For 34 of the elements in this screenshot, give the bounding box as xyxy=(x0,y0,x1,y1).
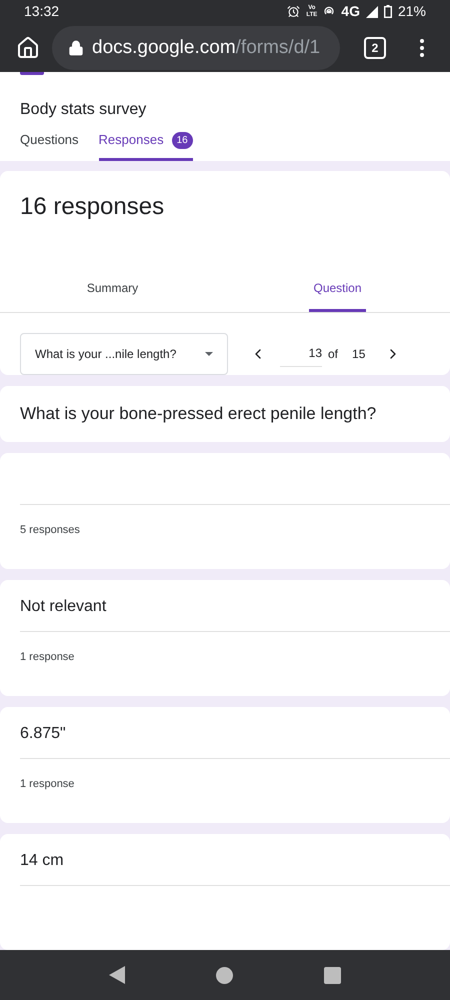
home-icon[interactable] xyxy=(16,36,40,60)
tabs-button[interactable]: 2 xyxy=(364,36,386,59)
response-count: 1 response xyxy=(20,777,76,792)
signal-icon xyxy=(366,6,378,18)
question-dropdown[interactable]: What is your ...nile length? xyxy=(20,332,228,375)
answer-text: 6.875" xyxy=(20,724,66,744)
alarm-icon xyxy=(287,5,300,18)
pager-of: of xyxy=(328,346,338,363)
lock-icon xyxy=(68,40,84,56)
url-text: docs.google.com/forms/d/1 xyxy=(92,36,320,60)
battery-level: 21% xyxy=(398,2,426,22)
answer-text: Not relevant xyxy=(20,597,106,617)
network-label: 4G xyxy=(341,2,360,22)
home-circle-icon[interactable] xyxy=(216,966,233,984)
caret-icon xyxy=(205,352,213,356)
recents-icon[interactable] xyxy=(324,966,341,984)
form-title: Body stats survey xyxy=(20,100,148,120)
battery-icon xyxy=(384,5,392,18)
tab[interactable]: Questions xyxy=(20,130,79,161)
view-tab[interactable]: Question xyxy=(309,278,366,312)
answer-text: 14 cm xyxy=(20,851,64,871)
form-icon xyxy=(20,72,44,76)
responses-heading: 16 responses xyxy=(19,192,166,222)
url-field[interactable]: docs.google.com/forms/d/1 xyxy=(52,26,340,70)
count-badge: 16 xyxy=(172,132,193,149)
response-count: 5 responses xyxy=(20,523,81,538)
back-icon[interactable] xyxy=(109,966,126,984)
view-tab[interactable]: Summary xyxy=(82,278,142,312)
tab[interactable]: Responses 16 xyxy=(98,130,193,161)
status-time: 13:32 xyxy=(24,2,60,22)
question-title: What is your bone-pressed erect penile length? xyxy=(20,403,376,426)
response-count: 1 response xyxy=(20,650,76,665)
pager-total: 15 xyxy=(352,346,366,363)
current-question-field[interactable]: 13 xyxy=(280,340,322,368)
